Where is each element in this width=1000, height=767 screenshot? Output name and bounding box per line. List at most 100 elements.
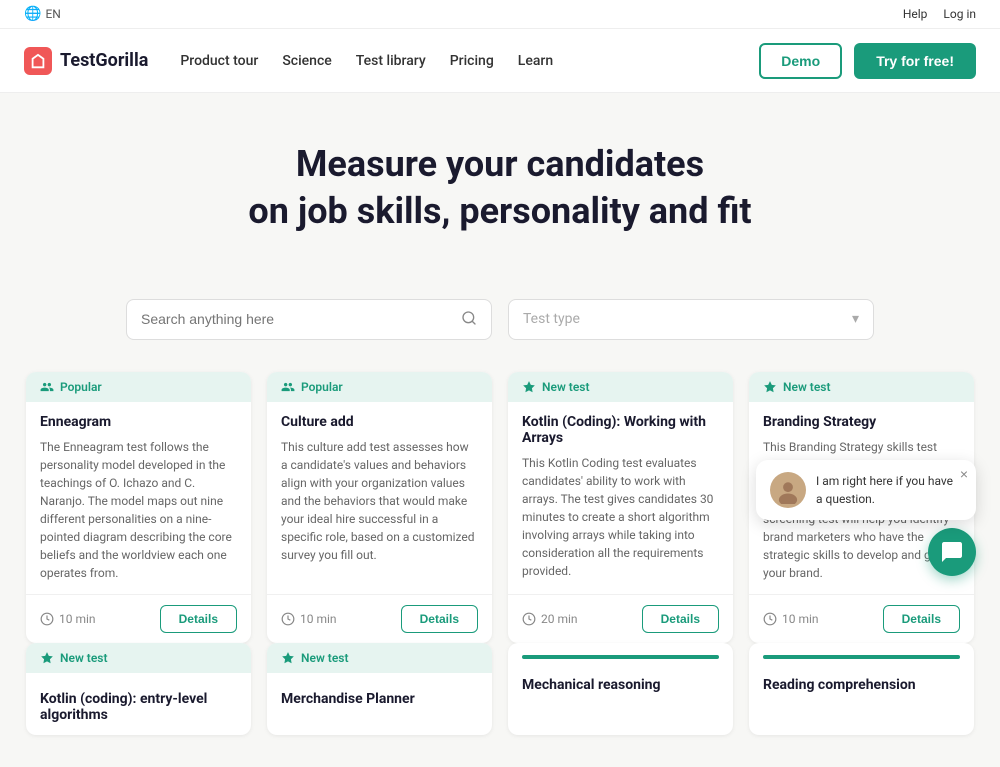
badge-label-1: Popular bbox=[60, 380, 102, 394]
card-partial-body-2: Merchandise Planner bbox=[267, 673, 492, 719]
card-partial-2: New test Merchandise Planner bbox=[267, 643, 492, 735]
hero-title: Measure your candidates on job skills, p… bbox=[150, 141, 850, 235]
logo-text: TestGorilla bbox=[60, 50, 148, 71]
people-icon-2 bbox=[281, 380, 295, 394]
card-time-3: 20 min bbox=[522, 612, 578, 626]
logo[interactable]: TestGorilla bbox=[24, 47, 148, 75]
time-label-1: 10 min bbox=[59, 612, 96, 626]
sparkle-icon-4 bbox=[763, 380, 777, 394]
navbar-right: Demo Try for free! bbox=[759, 43, 976, 79]
card-title-2: Culture add bbox=[281, 414, 478, 430]
globe-icon: 🌐 bbox=[24, 6, 41, 22]
card-partial-body-4: Reading comprehension bbox=[749, 659, 974, 705]
card-title-3: Kotlin (Coding): Working with Arrays bbox=[522, 414, 719, 446]
clock-icon-1 bbox=[40, 612, 54, 626]
time-label-2: 10 min bbox=[300, 612, 337, 626]
card-body-3: Kotlin (Coding): Working with Arrays Thi… bbox=[508, 402, 733, 594]
nav-science[interactable]: Science bbox=[282, 53, 331, 69]
card-time-1: 10 min bbox=[40, 612, 96, 626]
people-icon bbox=[40, 380, 54, 394]
card-partial-body-1: Kotlin (coding): entry-level algorithms bbox=[26, 673, 251, 735]
badge-new-4: New test bbox=[749, 372, 974, 402]
nav-product-tour[interactable]: Product tour bbox=[180, 53, 258, 69]
clock-icon-2 bbox=[281, 612, 295, 626]
hero-line1: Measure your candidates bbox=[296, 143, 704, 185]
badge-partial-label-2: New test bbox=[301, 651, 348, 665]
cards-grid-bottom: New test Kotlin (coding): entry-level al… bbox=[10, 643, 990, 735]
login-link[interactable]: Log in bbox=[943, 7, 976, 21]
nav-test-library[interactable]: Test library bbox=[356, 53, 426, 69]
details-btn-4[interactable]: Details bbox=[883, 605, 960, 633]
time-label-4: 10 min bbox=[782, 612, 819, 626]
card-body-1: Enneagram The Enneagram test follows the… bbox=[26, 402, 251, 594]
chat-icon bbox=[940, 540, 964, 564]
top-bar: 🌐 EN Help Log in bbox=[0, 0, 1000, 29]
navbar-left: TestGorilla Product tour Science Test li… bbox=[24, 47, 553, 75]
time-label-3: 20 min bbox=[541, 612, 578, 626]
search-input[interactable] bbox=[141, 311, 453, 327]
card-partial-title-2: Merchandise Planner bbox=[281, 691, 478, 707]
chat-widget: I am right here if you have a question. … bbox=[756, 460, 976, 576]
badge-partial-1: New test bbox=[26, 643, 251, 673]
chat-open-button[interactable] bbox=[928, 528, 976, 576]
sparkle-icon-b2 bbox=[281, 651, 295, 665]
chat-close-button[interactable]: × bbox=[960, 466, 968, 482]
badge-label-3: New test bbox=[542, 380, 589, 394]
language-selector[interactable]: 🌐 EN bbox=[24, 6, 61, 22]
hero-section: Measure your candidates on job skills, p… bbox=[0, 93, 1000, 267]
language-label: EN bbox=[45, 7, 60, 21]
card-partial-title-1: Kotlin (coding): entry-level algorithms bbox=[40, 691, 237, 723]
logo-icon bbox=[24, 47, 52, 75]
nav-pricing[interactable]: Pricing bbox=[450, 53, 494, 69]
chat-text: I am right here if you have a question. bbox=[816, 472, 962, 508]
card-partial-body-3: Mechanical reasoning bbox=[508, 659, 733, 705]
sparkle-icon-3 bbox=[522, 380, 536, 394]
card-kotlin-arrays: New test Kotlin (Coding): Working with A… bbox=[508, 372, 733, 643]
test-type-placeholder: Test type bbox=[523, 311, 580, 327]
top-bar-links: Help Log in bbox=[903, 7, 976, 21]
card-desc-3: This Kotlin Coding test evaluates candid… bbox=[522, 454, 719, 580]
help-link[interactable]: Help bbox=[903, 7, 928, 21]
card-footer-3: 20 min Details bbox=[508, 594, 733, 643]
search-box[interactable] bbox=[126, 299, 492, 340]
badge-partial-2: New test bbox=[267, 643, 492, 673]
navbar: TestGorilla Product tour Science Test li… bbox=[0, 29, 1000, 93]
card-partial-3: Mechanical reasoning bbox=[508, 643, 733, 735]
card-enneagram: Popular Enneagram The Enneagram test fol… bbox=[26, 372, 251, 643]
card-footer-2: 10 min Details bbox=[267, 594, 492, 643]
avatar-image bbox=[774, 476, 802, 504]
badge-popular-2: Popular bbox=[267, 372, 492, 402]
demo-button[interactable]: Demo bbox=[759, 43, 842, 79]
card-partial-4: Reading comprehension bbox=[749, 643, 974, 735]
card-culture-add: Popular Culture add This culture add tes… bbox=[267, 372, 492, 643]
search-button[interactable] bbox=[461, 310, 477, 329]
card-body-2: Culture add This culture add test assess… bbox=[267, 402, 492, 594]
nav-learn[interactable]: Learn bbox=[518, 53, 553, 69]
card-time-4: 10 min bbox=[763, 612, 819, 626]
card-footer-4: 10 min Details bbox=[749, 594, 974, 643]
card-desc-2: This culture add test assesses how a can… bbox=[281, 438, 478, 564]
chat-bubble: I am right here if you have a question. … bbox=[756, 460, 976, 520]
badge-new-3: New test bbox=[508, 372, 733, 402]
test-type-dropdown[interactable]: Test type ▾ bbox=[508, 299, 874, 340]
badge-label-2: Popular bbox=[301, 380, 343, 394]
card-title-4: Branding Strategy bbox=[763, 414, 960, 430]
details-btn-1[interactable]: Details bbox=[160, 605, 237, 633]
try-free-button[interactable]: Try for free! bbox=[854, 43, 976, 79]
card-time-2: 10 min bbox=[281, 612, 337, 626]
details-btn-3[interactable]: Details bbox=[642, 605, 719, 633]
hero-line2: on job skills, personality and fit bbox=[248, 190, 751, 232]
nav-links: Product tour Science Test library Pricin… bbox=[180, 53, 553, 69]
card-partial-1: New test Kotlin (coding): entry-level al… bbox=[26, 643, 251, 735]
chat-avatar bbox=[770, 472, 806, 508]
badge-label-4: New test bbox=[783, 380, 830, 394]
badge-partial-label-1: New test bbox=[60, 651, 107, 665]
clock-icon-4 bbox=[763, 612, 777, 626]
card-title-1: Enneagram bbox=[40, 414, 237, 430]
chevron-down-icon: ▾ bbox=[852, 311, 859, 327]
sparkle-icon-b1 bbox=[40, 651, 54, 665]
details-btn-2[interactable]: Details bbox=[401, 605, 478, 633]
clock-icon-3 bbox=[522, 612, 536, 626]
card-footer-1: 10 min Details bbox=[26, 594, 251, 643]
search-row: Test type ▾ bbox=[110, 299, 890, 340]
